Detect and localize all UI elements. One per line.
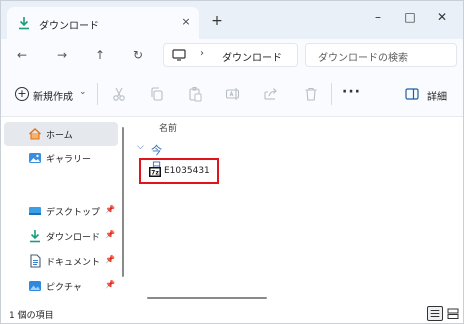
breadcrumb-location[interactable]: ダウンロード (222, 49, 282, 64)
file-item[interactable]: 7z E1035431 (139, 158, 219, 184)
new-label: 新規作成 (33, 92, 73, 103)
computer-icon (172, 49, 186, 61)
back-button[interactable]: ← (13, 46, 31, 64)
pin-icon[interactable]: 📌 (105, 230, 115, 239)
sidebar-item-gallery[interactable]: ギャラリー (4, 146, 118, 170)
title-bar: ダウンロード × + – □ ✕ (1, 1, 463, 39)
sidebar-item-label: ギャラリー (46, 155, 92, 165)
gallery-icon (29, 153, 41, 163)
documents-icon (30, 254, 41, 268)
item-count: 1 個の項目 (9, 311, 54, 321)
sidebar-item-label: デスクトップ (46, 208, 101, 218)
sidebar-item-home[interactable]: ホーム (4, 122, 118, 146)
minimize-button[interactable]: – (365, 5, 391, 31)
desktop-icon (29, 207, 41, 215)
7z-archive-icon: 7z (149, 167, 161, 177)
file-name: E1035431 (164, 166, 210, 176)
details-pane-icon (405, 88, 419, 100)
pictures-icon (29, 281, 41, 291)
home-icon (29, 128, 41, 140)
navigation-bar: ← → ↑ ↻ › ダウンロード ダウンロードの検索 (1, 39, 463, 71)
maximize-button[interactable]: □ (397, 5, 423, 31)
chevron-down-icon: ⌵ (137, 142, 144, 152)
details-label: 詳細 (427, 92, 447, 103)
copy-icon[interactable] (149, 86, 165, 102)
up-button[interactable]: ↑ (91, 46, 109, 64)
sidebar-item-desktop[interactable]: デスクトップ 📌 (4, 199, 118, 223)
chevron-down-icon: ⌄ (79, 87, 87, 97)
horizontal-scrollbar[interactable] (147, 297, 267, 299)
pin-icon[interactable]: 📌 (105, 280, 115, 289)
sidebar-item-label: ホーム (46, 131, 73, 141)
sidebar-item-label: ドキュメント (46, 258, 101, 268)
share-icon[interactable] (263, 86, 279, 102)
search-box[interactable]: ダウンロードの検索 (305, 43, 457, 67)
more-options-button[interactable]: ··· (342, 84, 361, 100)
sidebar-item-pictures[interactable]: ピクチャ 📌 (4, 274, 118, 298)
tab-title: ダウンロード (39, 21, 99, 32)
rename-icon[interactable] (225, 86, 241, 102)
command-bar: + 新規作成 ⌄ ··· 詳細 (1, 71, 463, 117)
status-bar: 1 個の項目 (1, 305, 463, 323)
refresh-button[interactable]: ↻ (129, 46, 147, 64)
file-list: 名前 ⌵ 今日 7z E1035431 (131, 117, 463, 305)
cut-icon[interactable] (111, 86, 127, 102)
svg-text:7z: 7z (151, 170, 159, 177)
paste-icon[interactable] (187, 86, 203, 102)
tab-downloads[interactable]: ダウンロード × (7, 7, 199, 39)
forward-button[interactable]: → (53, 46, 71, 64)
sidebar-scrollbar[interactable] (122, 127, 124, 277)
address-bar[interactable]: › ダウンロード (163, 43, 298, 67)
sidebar-item-documents[interactable]: ドキュメント 📌 (4, 249, 118, 273)
navigation-pane: ホーム ギャラリー デスクトップ 📌 ダウンロード 📌 ドキュメント 📌 ピクチ… (1, 117, 131, 305)
close-window-button[interactable]: ✕ (429, 5, 455, 31)
details-view-icon[interactable] (427, 306, 443, 321)
tiles-view-icon[interactable] (445, 306, 461, 321)
search-placeholder: ダウンロードの検索 (318, 53, 408, 64)
delete-icon[interactable] (303, 86, 319, 102)
new-tab-button[interactable]: + (209, 13, 225, 29)
pin-icon[interactable]: 📌 (105, 205, 115, 214)
plus-circle-icon: + (15, 87, 29, 101)
sidebar-item-downloads[interactable]: ダウンロード 📌 (4, 224, 118, 248)
divider (97, 83, 98, 105)
file-explorer-window: ダウンロード × + – □ ✕ ← → ↑ ↻ › ダウンロード ダウンロード… (0, 0, 464, 324)
download-icon (19, 17, 29, 30)
sidebar-item-label: ピクチャ (46, 283, 82, 293)
sidebar-item-label: ダウンロード (46, 233, 101, 243)
download-icon (30, 230, 40, 243)
tab-close-icon[interactable]: × (179, 15, 193, 29)
pin-icon[interactable]: 📌 (105, 255, 115, 264)
column-header-name[interactable]: 名前 (159, 121, 177, 134)
divider (331, 83, 332, 105)
breadcrumb-separator[interactable]: › (200, 48, 204, 59)
